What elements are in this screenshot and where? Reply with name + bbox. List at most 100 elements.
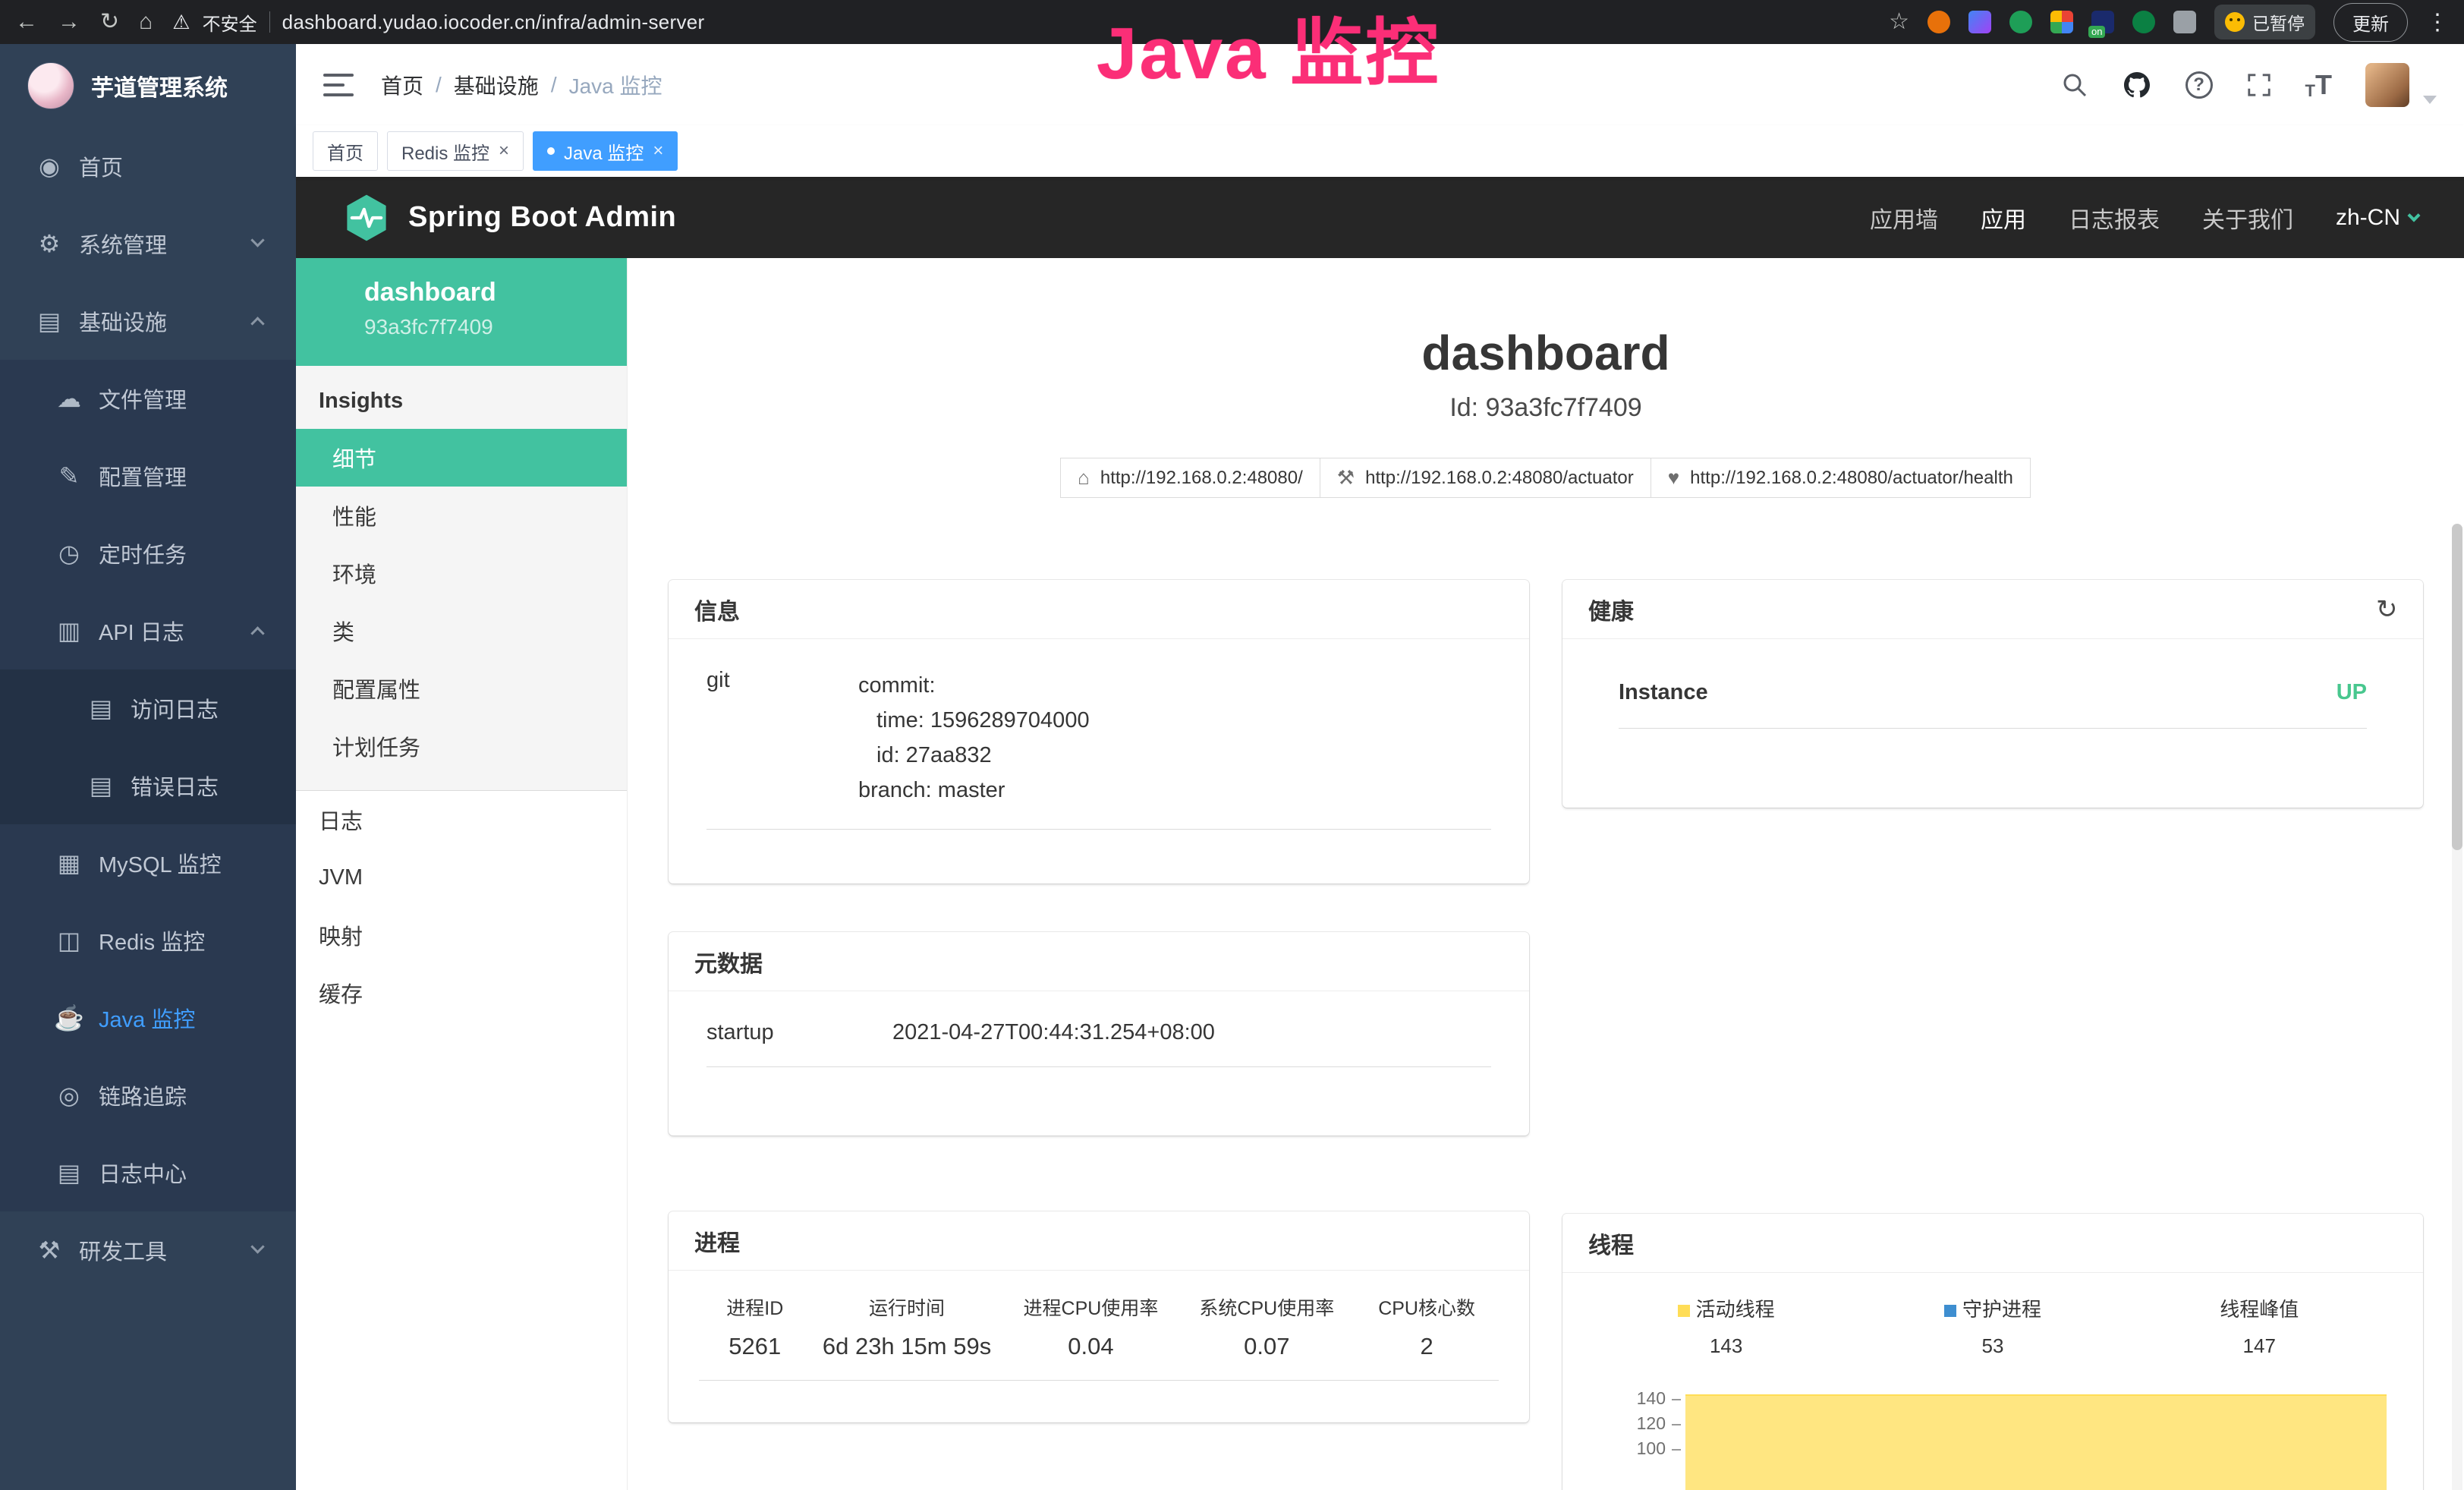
sba-menu-jvm[interactable]: JVM: [296, 849, 627, 906]
history-icon[interactable]: ↺: [2376, 594, 2398, 625]
app-logo[interactable]: 芋道管理系统: [0, 44, 296, 128]
sidebar-item-file-management[interactable]: ☁ 文件管理: [0, 360, 296, 437]
help-icon[interactable]: ?: [2186, 71, 2213, 99]
sidebar-item-infrastructure[interactable]: ▤ 基础设施: [0, 282, 296, 360]
sba-nav: 应用墙 应用 日志报表 关于我们 zh-CN: [1870, 201, 2418, 235]
chevron-up-icon: [250, 626, 264, 640]
extensions-puzzle-icon[interactable]: [2173, 11, 2196, 33]
scrollbar[interactable]: [2452, 524, 2462, 1490]
sidebar-item-java-monitor[interactable]: ☕ Java 监控: [0, 979, 296, 1057]
breadcrumb-infrastructure[interactable]: 基础设施: [454, 70, 539, 100]
right-column: 健康 ↺ Instance UP 线程 活动线程: [1562, 580, 2423, 1490]
sba-menu-config-props[interactable]: 配置属性: [296, 660, 627, 717]
sidebar-item-log-center[interactable]: ▤ 日志中心: [0, 1134, 296, 1211]
sba-menu-scheduled-tasks[interactable]: 计划任务: [296, 717, 627, 775]
breadcrumb-home[interactable]: 首页: [381, 70, 423, 100]
sidebar-item-mysql-monitor[interactable]: ▦ MySQL 监控: [0, 824, 296, 902]
tags-view-bar: 首页 Redis 监控 × Java 监控 ×: [296, 125, 2464, 177]
extension-icon-pin[interactable]: [1968, 11, 1991, 33]
sba-nav-wallboard[interactable]: 应用墙: [1870, 201, 1938, 235]
live-threads-area-series: [1685, 1394, 2387, 1490]
health-url-link[interactable]: ♥ http://192.168.0.2:48080/actuator/heal…: [1651, 458, 2031, 498]
sidebar-item-link-tracing[interactable]: ◎ 链路追踪: [0, 1057, 296, 1134]
health-card-body: Instance UP: [1562, 639, 2423, 729]
font-size-icon[interactable]: TT: [2305, 69, 2332, 101]
locale-select[interactable]: zh-CN: [2336, 205, 2418, 231]
extension-icon-leaf[interactable]: [2132, 11, 2155, 33]
process-pid: 5261: [699, 1333, 811, 1360]
back-icon[interactable]: ←: [15, 11, 38, 33]
tab-java-monitor[interactable]: Java 监控 ×: [533, 131, 678, 171]
java-icon: ☕: [53, 1003, 85, 1032]
close-icon[interactable]: ×: [653, 142, 663, 160]
close-icon[interactable]: ×: [499, 142, 509, 160]
sidebar-item-scheduled-tasks[interactable]: ◷ 定时任务: [0, 515, 296, 592]
actuator-url-link[interactable]: ⚒ http://192.168.0.2:48080/actuator: [1320, 458, 1651, 498]
sba-menu-classes[interactable]: 类: [296, 602, 627, 660]
health-row-instance[interactable]: Instance UP: [1619, 680, 2367, 729]
heart-icon: ♥: [1668, 466, 1679, 490]
url-text[interactable]: dashboard.yudao.iocoder.cn/infra/admin-s…: [282, 11, 705, 34]
tools-icon: ⚒: [33, 1236, 65, 1265]
sidebar-item-error-logs[interactable]: ▤ 错误日志: [0, 747, 296, 824]
info-card-body: git commit: time: 1596289704000 id: 27aa…: [669, 639, 1529, 830]
dashboard-icon: ◉: [33, 152, 65, 181]
sba-menu-metrics[interactable]: 性能: [296, 487, 627, 544]
sba-menu-details[interactable]: 细节: [296, 429, 627, 487]
extension-icon-orange[interactable]: [1927, 11, 1950, 33]
profile-paused-badge[interactable]: 已暂停: [2214, 5, 2315, 39]
sidebar-item-api-logs[interactable]: ▥ API 日志: [0, 592, 296, 669]
sba-nav-about[interactable]: 关于我们: [2202, 201, 2293, 235]
fullscreen-icon[interactable]: [2246, 72, 2272, 98]
refresh-icon[interactable]: ↻: [100, 11, 119, 33]
threads-card-body: 活动线程 守护进程 线程峰值 143 53 147: [1562, 1273, 2423, 1490]
bookmark-star-icon[interactable]: ☆: [1889, 11, 1909, 33]
instance-links: ⌂ http://192.168.0.2:48080/ ⚒ http://192…: [628, 458, 2464, 498]
security-label[interactable]: 不安全: [203, 9, 257, 36]
daemon-threads-value: 53: [1859, 1334, 2126, 1358]
extension-icon-grid[interactable]: [2050, 11, 2073, 33]
instance-header[interactable]: dashboard 93a3fc7f7409: [296, 258, 627, 366]
scrollbar-thumb[interactable]: [2452, 524, 2462, 850]
sba-menu-caches[interactable]: 缓存: [296, 964, 627, 1022]
metadata-card-body: startup 2021-04-27T00:44:31.254+08:00: [669, 991, 1529, 1067]
sidebar-item-home[interactable]: ◉ 首页: [0, 128, 296, 205]
user-avatar[interactable]: [2365, 63, 2409, 107]
sidebar-item-access-logs[interactable]: ▤ 访问日志: [0, 669, 296, 747]
threads-chart: 140 120 100: [1593, 1388, 2393, 1490]
instance-name: dashboard: [364, 278, 627, 307]
sba-nav-applications[interactable]: 应用: [1981, 201, 2026, 235]
instance-id-line: Id: 93a3fc7f7409: [628, 393, 2464, 423]
sba-menu-environment[interactable]: 环境: [296, 544, 627, 602]
instance-id: 93a3fc7f7409: [364, 315, 627, 339]
github-icon[interactable]: [2122, 70, 2152, 100]
breadcrumb-current: Java 监控: [569, 70, 662, 100]
sba-brand[interactable]: Spring Boot Admin: [345, 194, 676, 242]
extension-icon-green[interactable]: [2009, 11, 2032, 33]
search-icon[interactable]: [2061, 71, 2088, 99]
sba-menu-mappings[interactable]: 映射: [296, 906, 627, 964]
chrome-update-button[interactable]: 更新: [2333, 3, 2408, 42]
tick-mark: [1672, 1399, 1681, 1400]
avatar-caret-icon[interactable]: [2423, 96, 2437, 104]
sidebar-item-system-management[interactable]: ⚙ 系统管理: [0, 205, 296, 282]
sidebar-item-dev-tools[interactable]: ⚒ 研发工具: [0, 1211, 296, 1289]
info-card: 信息 git commit: time: 1596289704000 id: 2…: [669, 580, 1529, 884]
metadata-card: 元数据 startup 2021-04-27T00:44:31.254+08:0…: [669, 932, 1529, 1136]
info-key: git: [706, 668, 858, 808]
address-bar[interactable]: ⚠ 不安全 dashboard.yudao.iocoder.cn/infra/a…: [172, 9, 704, 36]
tab-home[interactable]: 首页: [313, 131, 378, 171]
service-url-link[interactable]: ⌂ http://192.168.0.2:48080/: [1060, 458, 1320, 498]
insights-section: Insights 细节 性能 环境 类 配置属性 计划任务: [296, 366, 627, 791]
sidebar-toggle-icon[interactable]: [323, 74, 354, 96]
extension-icon-on[interactable]: on: [2091, 11, 2114, 33]
chrome-menu-icon[interactable]: ⋮: [2426, 9, 2449, 36]
sidebar-item-redis-monitor[interactable]: ◫ Redis 监控: [0, 902, 296, 979]
tab-redis-monitor[interactable]: Redis 监控 ×: [387, 131, 524, 171]
sba-nav-journal[interactable]: 日志报表: [2069, 201, 2160, 235]
sba-navbar: Spring Boot Admin 应用墙 应用 日志报表 关于我们 zh-CN: [296, 177, 2464, 258]
sidebar-item-config-management[interactable]: ✎ 配置管理: [0, 437, 296, 515]
forward-icon[interactable]: →: [58, 11, 80, 33]
home-icon[interactable]: ⌂: [139, 11, 153, 33]
sba-menu-loggers[interactable]: 日志: [296, 791, 627, 849]
